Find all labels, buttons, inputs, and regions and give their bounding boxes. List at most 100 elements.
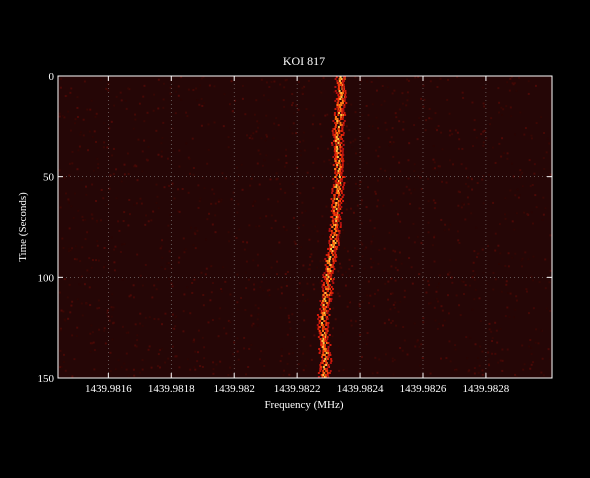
noise-pixel [185, 111, 188, 114]
noise-pixel [157, 78, 160, 81]
noise-pixel [267, 98, 270, 101]
signal-pixel [335, 152, 338, 154]
noise-pixel [232, 353, 235, 356]
noise-pixel [199, 197, 202, 200]
signal-pixel [322, 306, 325, 308]
noise-pixel [432, 158, 435, 161]
signal-pixel [327, 276, 330, 278]
noise-pixel [161, 256, 164, 259]
noise-pixel [206, 162, 209, 165]
noise-pixel [370, 240, 373, 243]
noise-pixel [235, 166, 238, 169]
noise-pixel [498, 101, 501, 104]
noise-pixel [238, 174, 241, 177]
noise-pixel [544, 258, 547, 261]
noise-pixel [111, 154, 114, 157]
noise-pixel [287, 317, 290, 320]
noise-pixel [505, 283, 508, 286]
noise-pixel [471, 101, 474, 104]
noise-pixel [96, 307, 99, 310]
signal-pixel [340, 84, 343, 86]
noise-pixel [141, 150, 144, 153]
signal-pixel [317, 328, 320, 330]
noise-pixel [136, 179, 139, 182]
signal-pixel [326, 260, 329, 262]
noise-pixel [118, 229, 121, 232]
noise-pixel [504, 197, 507, 200]
signal-pixel [336, 226, 339, 228]
noise-pixel [424, 129, 427, 132]
noise-pixel [291, 336, 294, 339]
noise-pixel [257, 264, 260, 267]
noise-pixel [272, 137, 275, 140]
noise-pixel [505, 105, 508, 108]
signal-pixel [341, 112, 344, 114]
noise-pixel [125, 368, 128, 371]
noise-pixel [377, 199, 380, 202]
noise-pixel [260, 280, 263, 283]
noise-pixel [119, 91, 122, 94]
noise-pixel [60, 77, 63, 80]
noise-pixel [479, 345, 482, 348]
signal-pixel [326, 370, 329, 372]
signal-pixel [342, 122, 345, 124]
noise-pixel [99, 78, 102, 81]
signal-pixel [332, 134, 335, 136]
noise-pixel [261, 164, 264, 167]
signal-pixel [340, 96, 343, 98]
noise-pixel [523, 133, 526, 136]
noise-pixel [478, 364, 481, 367]
noise-pixel [74, 245, 77, 248]
noise-pixel [277, 288, 280, 291]
noise-pixel [419, 364, 422, 367]
noise-pixel [191, 281, 194, 284]
signal-pixel [340, 174, 343, 176]
signal-pixel [323, 312, 326, 314]
noise-pixel [259, 286, 262, 289]
signal-pixel [343, 98, 346, 100]
noise-pixel [155, 201, 158, 204]
noise-pixel [76, 168, 79, 171]
signal-pixel [335, 220, 338, 222]
noise-pixel [285, 161, 288, 164]
noise-pixel [290, 104, 293, 107]
noise-pixel [381, 87, 384, 90]
noise-pixel [113, 248, 116, 251]
signal-pixel [325, 254, 328, 256]
signal-pixel [324, 320, 327, 322]
noise-pixel [306, 298, 309, 301]
noise-pixel [481, 369, 484, 372]
noise-pixel [186, 358, 189, 361]
signal-pixel [333, 196, 336, 198]
noise-pixel [277, 124, 280, 127]
signal-pixel [334, 168, 337, 170]
noise-pixel [160, 150, 163, 153]
noise-pixel [287, 314, 290, 317]
signal-pixel [336, 106, 339, 108]
signal-pixel [338, 78, 341, 80]
noise-pixel [82, 134, 85, 137]
signal-pixel [337, 194, 340, 196]
noise-pixel [109, 174, 112, 177]
noise-pixel [383, 269, 386, 272]
noise-pixel [90, 99, 93, 102]
signal-pixel [334, 154, 337, 156]
noise-pixel [540, 371, 543, 374]
noise-pixel [241, 188, 244, 191]
signal-pixel [339, 218, 342, 220]
noise-pixel [340, 330, 343, 333]
noise-pixel [341, 229, 344, 232]
noise-pixel [489, 123, 492, 126]
noise-pixel [251, 137, 254, 140]
noise-pixel [514, 133, 517, 136]
signal-pixel [325, 322, 328, 324]
noise-pixel [111, 293, 114, 296]
noise-pixel [70, 87, 73, 90]
noise-pixel [66, 296, 69, 299]
noise-pixel [469, 284, 472, 287]
noise-pixel [400, 262, 403, 265]
noise-pixel [193, 338, 196, 341]
signal-pixel [330, 234, 333, 236]
noise-pixel [259, 217, 262, 220]
signal-pixel [330, 246, 333, 248]
